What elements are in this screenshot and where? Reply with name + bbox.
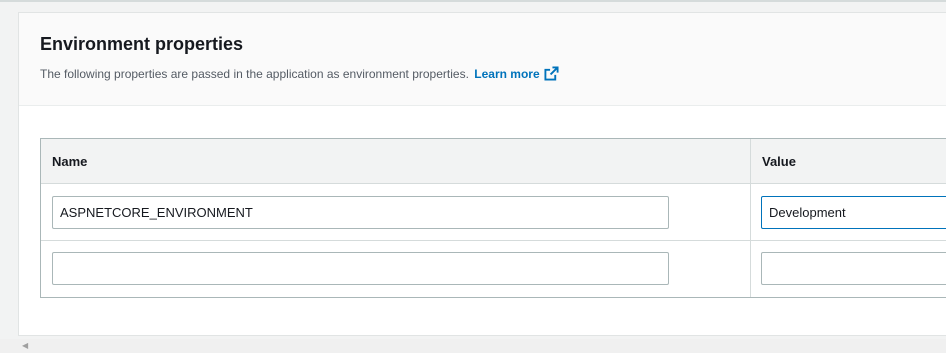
description-text: The following properties are passed in t… — [40, 67, 469, 81]
panel-description: The following properties are passed in t… — [40, 66, 559, 84]
property-value-input[interactable] — [761, 252, 946, 285]
column-header-value: Value — [762, 154, 796, 169]
top-divider — [0, 0, 946, 2]
page: Environment properties The following pro… — [0, 0, 946, 353]
table-header: Name Value — [41, 139, 946, 184]
panel-header: Environment properties The following pro… — [19, 13, 946, 106]
external-link-icon — [544, 66, 559, 84]
property-value-input[interactable] — [761, 196, 946, 229]
horizontal-scrollbar[interactable]: ◀ — [0, 339, 946, 353]
column-header-name: Name — [52, 154, 88, 169]
column-divider — [750, 139, 751, 297]
learn-more-label: Learn more — [474, 67, 540, 81]
environment-properties-panel: Environment properties The following pro… — [18, 12, 946, 336]
row-divider — [41, 240, 946, 241]
learn-more-link[interactable]: Learn more — [474, 66, 559, 84]
property-name-input[interactable] — [52, 252, 669, 285]
scroll-left-arrow-icon[interactable]: ◀ — [22, 342, 28, 350]
property-name-input[interactable] — [52, 196, 669, 229]
environment-properties-table: Name Value — [40, 138, 946, 298]
panel-title: Environment properties — [40, 34, 244, 54]
